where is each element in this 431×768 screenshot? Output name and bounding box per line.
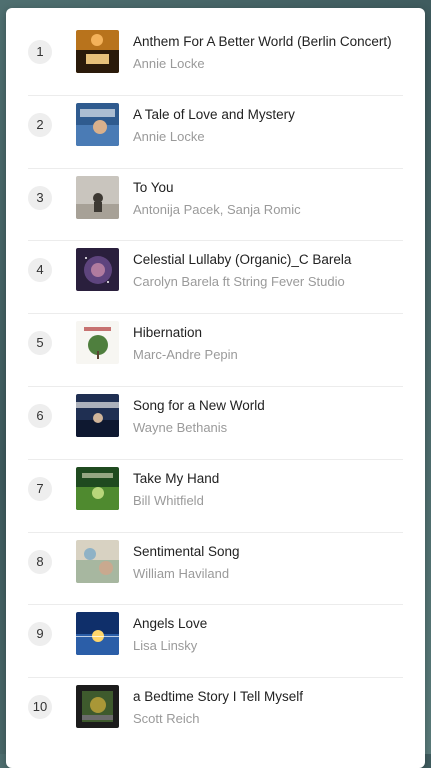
track-row-4[interactable]: 4 Celestial Lullaby (Organic)_C Barela C… [28, 241, 403, 315]
track-row-7[interactable]: 7 Take My Hand Bill Whitfield [28, 460, 403, 533]
track-row-10[interactable]: 10 a Bedtime Story I Tell Myself Scott R… [28, 678, 403, 751]
track-artist: Bill Whitfield [133, 492, 204, 508]
track-row-2[interactable]: 2 A Tale of Love and Mystery Annie Locke [28, 96, 403, 169]
track-title: Sentimental Song [133, 543, 240, 559]
track-title: Angels Love [133, 616, 208, 632]
album-art [76, 30, 119, 73]
track-title: Hibernation [133, 325, 203, 341]
track-list-panel: 1 Anthem For A Better World (Berlin Conc… [6, 8, 425, 768]
track-title: To You [133, 179, 174, 195]
track-artist: Marc-Andre Pepin [133, 347, 238, 363]
track-number: 1 [28, 40, 52, 64]
track-title: Celestial Lullaby (Organic)_C Barela [133, 252, 352, 268]
track-number: 8 [28, 549, 52, 574]
track-number: 7 [28, 476, 52, 501]
album-art [76, 321, 119, 365]
track-number: 6 [28, 403, 52, 428]
track-number: 5 [28, 331, 52, 356]
track-title: Song for a New World [133, 397, 265, 413]
track-row-1[interactable]: 1 Anthem For A Better World (Berlin Conc… [28, 23, 403, 96]
track-list: 1 Anthem For A Better World (Berlin Conc… [6, 23, 425, 751]
track-number: 3 [28, 185, 52, 210]
album-art [76, 685, 119, 729]
track-row-3[interactable]: 3 To You Antonija Pacek, Sanja Romic [28, 169, 403, 242]
track-number: 4 [28, 258, 52, 283]
track-artist: Wayne Bethanis [133, 419, 228, 435]
album-art [76, 393, 119, 437]
track-title: A Tale of Love and Mystery [133, 106, 295, 122]
track-row-6[interactable]: 6 Song for a New World Wayne Bethanis [28, 387, 403, 460]
track-title: a Bedtime Story I Tell Myself [133, 689, 304, 705]
album-art [76, 466, 119, 510]
album-art [76, 102, 119, 146]
track-artist: Carolyn Barela ft String Fever Studio [133, 274, 345, 290]
track-artist: Scott Reich [133, 711, 200, 727]
album-art [76, 175, 119, 219]
track-artist: Annie Locke [133, 128, 205, 144]
track-artist: Antonija Pacek, Sanja Romic [133, 201, 301, 217]
track-row-8[interactable]: 8 Sentimental Song William Haviland [28, 533, 403, 606]
track-title: Take My Hand [133, 470, 220, 486]
track-number: 2 [28, 112, 52, 137]
album-art [76, 612, 119, 656]
track-number: 9 [28, 622, 52, 647]
track-number: 10 [28, 695, 52, 720]
track-artist: William Haviland [133, 565, 230, 581]
track-title: Anthem For A Better World (Berlin Concer… [133, 34, 392, 49]
track-row-9[interactable]: 9 Angels Love Lisa Linsky [28, 605, 403, 679]
track-artist: Lisa Linsky [133, 638, 198, 654]
album-art [76, 248, 119, 292]
track-artist: Annie Locke [133, 56, 205, 71]
track-row-5[interactable]: 5 Hibernation Marc-Andre Pepin [28, 314, 403, 387]
album-art [76, 539, 119, 583]
